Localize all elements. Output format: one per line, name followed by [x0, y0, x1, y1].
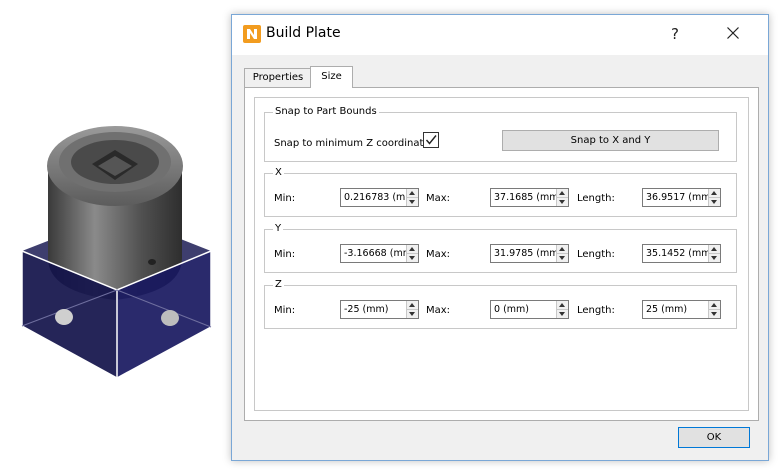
- z-max-field[interactable]: 0 (mm): [490, 300, 569, 319]
- spin-down-icon[interactable]: [557, 310, 568, 318]
- checkmark-icon: [425, 135, 437, 145]
- spin-down-icon[interactable]: [407, 310, 418, 318]
- y-min-label: Min:: [274, 249, 296, 260]
- y-min-field[interactable]: -3.16668 (mm): [340, 244, 419, 263]
- spin-up-icon[interactable]: [709, 189, 720, 198]
- spin-up-icon[interactable]: [407, 301, 418, 310]
- z-length-value: 25 (mm): [646, 304, 688, 315]
- z-length-label: Length:: [577, 305, 615, 316]
- y-length-value: 35.1452 (mm): [646, 248, 708, 259]
- spin-up-icon[interactable]: [557, 301, 568, 310]
- part-render: [21, 126, 212, 379]
- close-icon: [727, 27, 739, 39]
- size-panel-frame: Snap to Part Bounds Snap to minimum Z co…: [254, 97, 749, 411]
- spin-up-icon[interactable]: [407, 245, 418, 254]
- spin-down-icon[interactable]: [407, 254, 418, 262]
- title-bar[interactable]: Build Plate ?: [232, 15, 768, 55]
- z-max-value: 0 (mm): [494, 304, 529, 315]
- z-min-value: -25 (mm): [344, 304, 389, 315]
- x-max-value: 37.1685 (mm): [494, 192, 556, 203]
- spin-up-icon[interactable]: [709, 301, 720, 310]
- x-min-field[interactable]: 0.216783 (mm): [340, 188, 419, 207]
- tab-size[interactable]: Size: [310, 66, 353, 88]
- x-length-label: Length:: [577, 193, 615, 204]
- spin-down-icon[interactable]: [709, 310, 720, 318]
- y-max-value: 31.9785 (mm): [494, 248, 556, 259]
- x-group-label: X: [273, 167, 284, 178]
- spin-down-icon[interactable]: [407, 198, 418, 206]
- spin-down-icon[interactable]: [709, 254, 720, 262]
- spin-up-icon[interactable]: [407, 189, 418, 198]
- tab-properties[interactable]: Properties: [244, 68, 312, 87]
- close-button[interactable]: [718, 21, 748, 47]
- y-group: Y Min: -3.16668 (mm) Max: 31.9785 (mm) L…: [264, 223, 737, 273]
- size-tab-panel: Snap to Part Bounds Snap to minimum Z co…: [244, 87, 759, 421]
- help-button[interactable]: ?: [664, 21, 686, 47]
- 3d-viewport[interactable]: [0, 0, 232, 476]
- y-max-field[interactable]: 31.9785 (mm): [490, 244, 569, 263]
- spin-up-icon[interactable]: [557, 245, 568, 254]
- snap-group-label: Snap to Part Bounds: [273, 106, 379, 117]
- netfabb-app-icon: [243, 25, 261, 43]
- dialog-title: Build Plate: [266, 25, 341, 41]
- z-min-label: Min:: [274, 305, 296, 316]
- snap-min-z-label: Snap to minimum Z coordinate:: [274, 138, 433, 149]
- spin-down-icon[interactable]: [709, 198, 720, 206]
- x-length-field[interactable]: 36.9517 (mm): [642, 188, 721, 207]
- x-min-value: 0.216783 (mm): [344, 192, 406, 203]
- spin-up-icon[interactable]: [557, 189, 568, 198]
- y-max-label: Max:: [426, 249, 451, 260]
- z-group: Z Min: -25 (mm) Max: 0 (mm) Length: 25 (…: [264, 279, 737, 329]
- y-group-label: Y: [273, 223, 284, 234]
- z-max-label: Max:: [426, 305, 451, 316]
- snap-group: Snap to Part Bounds Snap to minimum Z co…: [264, 106, 737, 162]
- x-max-label: Max:: [426, 193, 451, 204]
- y-length-field[interactable]: 35.1452 (mm): [642, 244, 721, 263]
- x-group: X Min: 0.216783 (mm) Max: 37.1685 (mm) L…: [264, 167, 737, 217]
- y-length-label: Length:: [577, 249, 615, 260]
- build-plate-dialog: Build Plate ? Properties Size Snap to Pa…: [231, 14, 769, 461]
- spin-down-icon[interactable]: [557, 254, 568, 262]
- spin-up-icon[interactable]: [709, 245, 720, 254]
- snap-min-z-checkbox[interactable]: [423, 132, 439, 148]
- z-group-label: Z: [273, 279, 284, 290]
- ok-button[interactable]: OK: [678, 427, 750, 448]
- x-length-value: 36.9517 (mm): [646, 192, 708, 203]
- y-min-value: -3.16668 (mm): [344, 248, 406, 259]
- snap-x-y-button[interactable]: Snap to X and Y: [502, 130, 719, 151]
- x-max-field[interactable]: 37.1685 (mm): [490, 188, 569, 207]
- x-min-label: Min:: [274, 193, 296, 204]
- spin-down-icon[interactable]: [557, 198, 568, 206]
- z-min-field[interactable]: -25 (mm): [340, 300, 419, 319]
- z-length-field[interactable]: 25 (mm): [642, 300, 721, 319]
